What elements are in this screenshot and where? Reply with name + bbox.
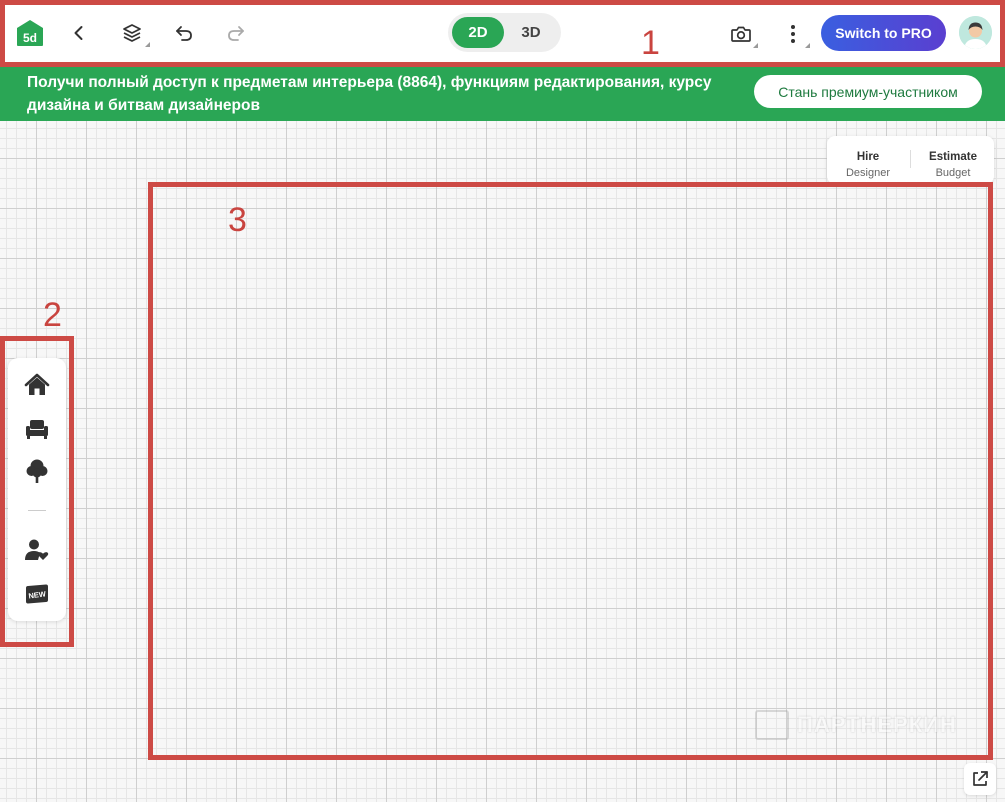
watermark: ПАРТНЕРКИН	[755, 708, 960, 742]
open-external-button[interactable]	[964, 763, 996, 795]
new-badge-icon: NEW	[26, 584, 48, 604]
hire-estimate-card: Hire Designer Estimate Budget	[827, 136, 994, 184]
new-items-button[interactable]: NEW	[22, 579, 52, 609]
hire-designer-button[interactable]: Hire Designer	[827, 136, 909, 184]
camera-button[interactable]	[724, 18, 758, 50]
watermark-text: ПАРТНЕРКИН	[797, 712, 957, 737]
left-tool-rail: NEW	[8, 358, 66, 621]
community-tool-button[interactable]	[22, 535, 52, 565]
view-2d-button[interactable]: 2D	[452, 17, 504, 48]
estimate-title: Estimate	[929, 150, 977, 163]
dropdown-corner-icon	[753, 43, 758, 48]
switch-to-pro-button[interactable]: Switch to PRO	[821, 15, 946, 51]
layers-button[interactable]	[114, 17, 150, 49]
banner-text: Получи полный доступ к предметам интерье…	[27, 74, 712, 114]
watermark-logo	[755, 710, 789, 740]
annotation-label-1: 1	[641, 24, 660, 62]
furniture-tool-button[interactable]	[22, 414, 52, 444]
dropdown-corner-icon	[805, 43, 810, 48]
layers-icon	[123, 24, 141, 42]
app-logo-button[interactable]: 5d	[15, 18, 45, 48]
view-mode-toggle: 2D 3D	[448, 13, 561, 52]
construction-tool-button[interactable]	[22, 370, 52, 400]
chevron-left-icon	[74, 26, 83, 40]
more-vertical-icon	[791, 25, 795, 43]
annotation-label-3: 3	[228, 201, 247, 239]
redo-icon	[228, 26, 244, 41]
user-heart-icon	[25, 539, 49, 560]
more-options-button[interactable]	[776, 18, 810, 50]
camera-icon	[731, 26, 751, 42]
hire-card-divider	[910, 150, 911, 168]
tree-icon	[26, 459, 48, 483]
undo-button[interactable]	[169, 18, 199, 48]
rail-divider	[28, 510, 46, 511]
furniture-icon	[26, 420, 48, 439]
undo-icon	[176, 26, 192, 41]
home-icon	[24, 373, 50, 395]
annotation-label-2: 2	[43, 296, 62, 334]
landscape-tool-button[interactable]	[22, 456, 52, 486]
view-3d-button[interactable]: 3D	[505, 17, 557, 48]
back-button[interactable]	[64, 18, 94, 48]
logo-text: 5d	[23, 31, 37, 45]
hire-title: Hire	[856, 150, 880, 163]
hire-subtitle: Designer	[845, 166, 891, 179]
dropdown-corner-icon	[145, 42, 150, 47]
estimate-budget-button[interactable]: Estimate Budget	[912, 136, 994, 184]
user-avatar[interactable]	[959, 16, 992, 49]
annotation-box-3	[148, 182, 993, 760]
become-premium-button[interactable]: Стань премиум-участником	[754, 75, 982, 108]
redo-button[interactable]	[221, 18, 251, 48]
premium-banner: Получи полный доступ к предметам интерье…	[0, 67, 1005, 121]
logo-icon: 5d	[17, 20, 43, 46]
user-avatar-icon	[959, 16, 992, 49]
external-link-icon	[973, 771, 988, 786]
estimate-subtitle: Budget	[935, 166, 971, 179]
top-toolbar: 5d 2D 3D Switch to PRO	[0, 0, 1005, 67]
